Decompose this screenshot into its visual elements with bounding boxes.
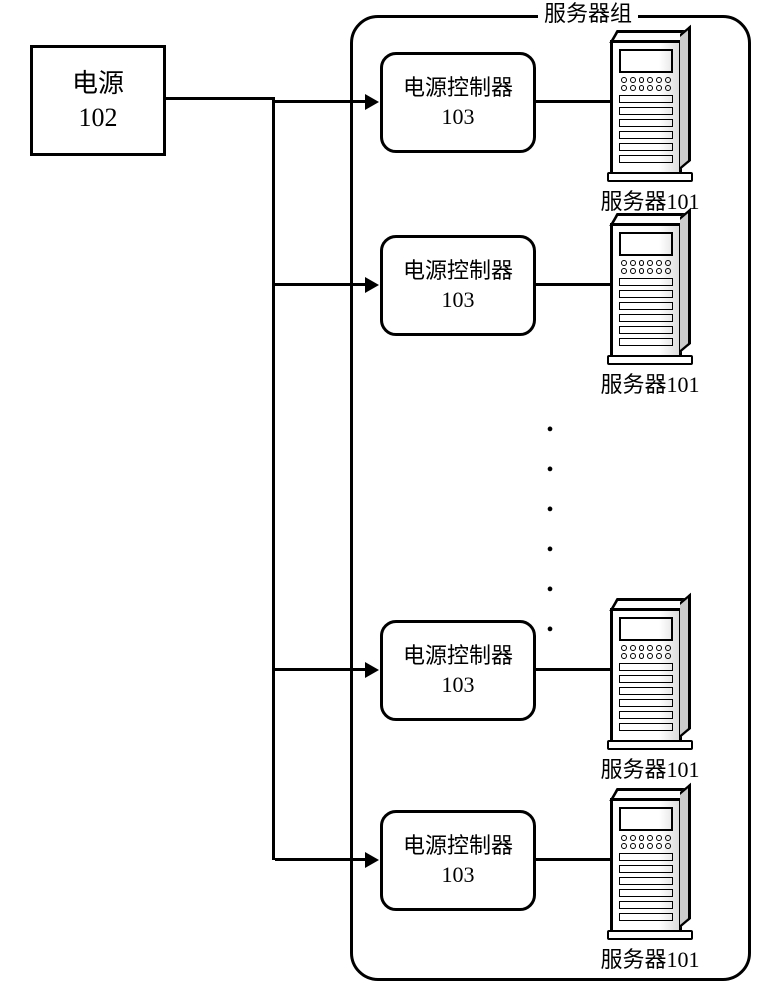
- line-branch: [275, 668, 365, 671]
- server-label: 服务器101: [585, 752, 715, 784]
- controller-id: 103: [442, 103, 475, 132]
- server-icon: [610, 798, 680, 934]
- power-source-box: 电源 102: [30, 45, 166, 156]
- server-label: 服务器101: [585, 942, 715, 974]
- server-icon: [610, 40, 680, 176]
- controller-label: 电源控制器: [403, 642, 513, 671]
- controller-id: 103: [442, 286, 475, 315]
- server-label: 服务器101: [585, 184, 715, 216]
- controller-label: 电源控制器: [403, 257, 513, 286]
- line-power-to-bus: [163, 97, 275, 100]
- controller-id: 103: [442, 671, 475, 700]
- arrow-right-icon: [365, 277, 379, 293]
- power-label: 电源: [72, 67, 124, 101]
- line-branch: [275, 100, 365, 103]
- power-controller-box: 电源控制器103: [380, 235, 536, 336]
- server-group-label: 服务器组: [538, 0, 638, 28]
- controller-label: 电源控制器: [403, 74, 513, 103]
- power-controller-box: 电源控制器103: [380, 52, 536, 153]
- server-icon: [610, 223, 680, 359]
- server-label: 服务器101: [585, 367, 715, 399]
- line-bus-vertical: [272, 97, 275, 860]
- ellipsis-dots: ••••••: [540, 420, 560, 640]
- line-ctrl-to-server: [536, 100, 610, 103]
- line-branch: [275, 858, 365, 861]
- line-branch: [275, 283, 365, 286]
- line-ctrl-to-server: [536, 668, 610, 671]
- power-controller-box: 电源控制器103: [380, 620, 536, 721]
- controller-label: 电源控制器: [403, 832, 513, 861]
- power-controller-box: 电源控制器103: [380, 810, 536, 911]
- arrow-right-icon: [365, 662, 379, 678]
- arrow-right-icon: [365, 852, 379, 868]
- line-ctrl-to-server: [536, 858, 610, 861]
- server-icon: [610, 608, 680, 744]
- arrow-right-icon: [365, 94, 379, 110]
- line-ctrl-to-server: [536, 283, 610, 286]
- controller-id: 103: [442, 861, 475, 890]
- power-id: 102: [79, 101, 118, 135]
